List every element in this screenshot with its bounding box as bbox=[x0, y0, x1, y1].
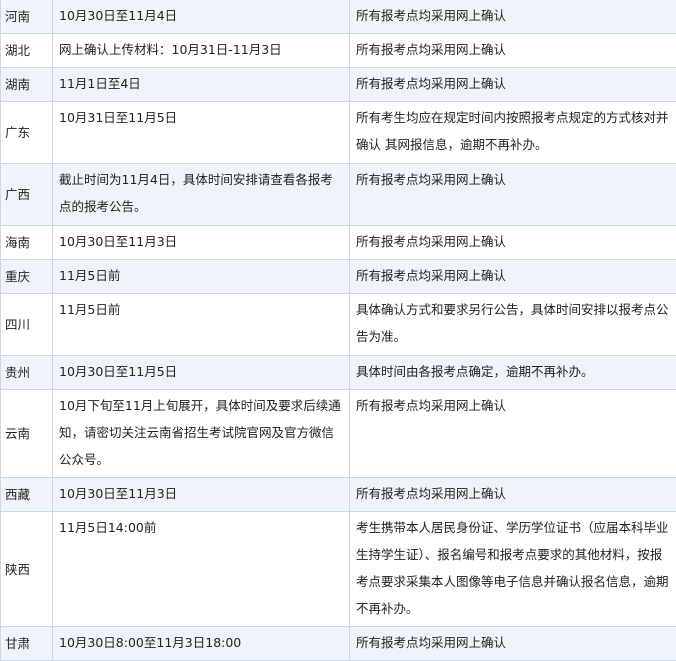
date-cell: 10月30日至11月5日 bbox=[53, 356, 350, 390]
note-cell: 所有报考点均采用网上确认 bbox=[350, 390, 676, 478]
table-row: 西藏 10月30日至11月3日 所有报考点均采用网上确认 bbox=[1, 478, 676, 512]
note-cell: 所有报考点均采用网上确认 bbox=[350, 164, 676, 226]
table-row: 广东 10月31日至11月5日 所有考生均应在规定时间内按照报考点规定的方式核对… bbox=[1, 102, 676, 164]
date-cell: 11月5日前 bbox=[53, 260, 350, 294]
province-cell: 海南 bbox=[1, 226, 53, 260]
note-cell: 考生携带本人居民身份证、学历学位证书（应届本科毕业生持学生证）、报名编号和报考点… bbox=[350, 512, 676, 627]
table-row: 陕西 11月5日14:00前 考生携带本人居民身份证、学历学位证书（应届本科毕业… bbox=[1, 512, 676, 627]
table-row: 海南 10月30日至11月3日 所有报考点均采用网上确认 bbox=[1, 226, 676, 260]
note-cell: 所有报考点均采用网上确认 bbox=[350, 627, 676, 661]
province-cell: 广东 bbox=[1, 102, 53, 164]
province-cell: 河南 bbox=[1, 0, 53, 34]
province-cell: 广西 bbox=[1, 164, 53, 226]
note-cell: 所有考生均应在规定时间内按照报考点规定的方式核对并确认 其网报信息，逾期不再补办… bbox=[350, 102, 676, 164]
province-cell: 四川 bbox=[1, 294, 53, 356]
date-cell: 10月30日至11月3日 bbox=[53, 226, 350, 260]
date-cell: 11月5日14:00前 bbox=[53, 512, 350, 627]
table-row: 贵州 10月30日至11月5日 具体时间由各报考点确定，逾期不再补办。 bbox=[1, 356, 676, 390]
date-cell: 10月30日8:00至11月3日18:00 bbox=[53, 627, 350, 661]
table-row: 甘肃 10月30日8:00至11月3日18:00 所有报考点均采用网上确认 bbox=[1, 627, 676, 661]
province-cell: 云南 bbox=[1, 390, 53, 478]
date-cell: 10月下旬至11月上旬展开，具体时间及要求后续通知，请密切关注云南省招生考试院官… bbox=[53, 390, 350, 478]
province-cell: 贵州 bbox=[1, 356, 53, 390]
province-cell: 重庆 bbox=[1, 260, 53, 294]
note-cell: 所有报考点均采用网上确认 bbox=[350, 0, 676, 34]
table-row: 河南 10月30日至11月4日 所有报考点均采用网上确认 bbox=[1, 0, 676, 34]
table-row: 云南 10月下旬至11月上旬展开，具体时间及要求后续通知，请密切关注云南省招生考… bbox=[1, 390, 676, 478]
note-cell: 所有报考点均采用网上确认 bbox=[350, 226, 676, 260]
note-cell: 所有报考点均采用网上确认 bbox=[350, 68, 676, 102]
province-cell: 湖南 bbox=[1, 68, 53, 102]
province-cell: 甘肃 bbox=[1, 627, 53, 661]
note-cell: 具体时间由各报考点确定，逾期不再补办。 bbox=[350, 356, 676, 390]
note-cell: 具体确认方式和要求另行公告，具体时间安排以报考点公告为准。 bbox=[350, 294, 676, 356]
table-row: 重庆 11月5日前 所有报考点均采用网上确认 bbox=[1, 260, 676, 294]
confirmation-schedule-table: 河南 10月30日至11月4日 所有报考点均采用网上确认 湖北 网上确认上传材料… bbox=[0, 0, 676, 661]
table-row: 广西 截止时间为11月4日，具体时间安排请查看各报考点的报考公告。 所有报考点均… bbox=[1, 164, 676, 226]
table-row: 湖北 网上确认上传材料：10月31日-11月3日 所有报考点均采用网上确认 bbox=[1, 34, 676, 68]
date-cell: 10月30日至11月4日 bbox=[53, 0, 350, 34]
date-cell: 网上确认上传材料：10月31日-11月3日 bbox=[53, 34, 350, 68]
date-cell: 截止时间为11月4日，具体时间安排请查看各报考点的报考公告。 bbox=[53, 164, 350, 226]
note-cell: 所有报考点均采用网上确认 bbox=[350, 260, 676, 294]
table-row: 湖南 11月1日至4日 所有报考点均采用网上确认 bbox=[1, 68, 676, 102]
date-cell: 10月31日至11月5日 bbox=[53, 102, 350, 164]
note-cell: 所有报考点均采用网上确认 bbox=[350, 478, 676, 512]
date-cell: 11月1日至4日 bbox=[53, 68, 350, 102]
province-cell: 西藏 bbox=[1, 478, 53, 512]
date-cell: 11月5日前 bbox=[53, 294, 350, 356]
date-cell: 10月30日至11月3日 bbox=[53, 478, 350, 512]
province-cell: 陕西 bbox=[1, 512, 53, 627]
table-row: 四川 11月5日前 具体确认方式和要求另行公告，具体时间安排以报考点公告为准。 bbox=[1, 294, 676, 356]
province-cell: 湖北 bbox=[1, 34, 53, 68]
note-cell: 所有报考点均采用网上确认 bbox=[350, 34, 676, 68]
